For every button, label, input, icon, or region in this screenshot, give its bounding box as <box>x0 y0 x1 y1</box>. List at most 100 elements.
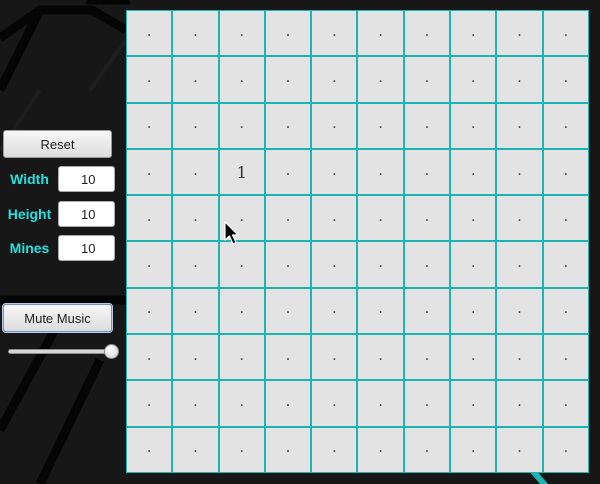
board-cell[interactable]: . <box>173 427 218 472</box>
board-cell[interactable]: . <box>543 196 588 241</box>
board-cell[interactable]: . <box>451 242 496 287</box>
board-cell[interactable]: . <box>312 103 357 148</box>
board-cell[interactable]: . <box>312 11 357 56</box>
board-cell[interactable]: . <box>219 288 264 334</box>
board-cell[interactable]: . <box>451 288 496 334</box>
board-cell[interactable]: . <box>219 11 264 56</box>
board-cell[interactable]: . <box>127 57 172 102</box>
board-cell[interactable]: . <box>312 242 357 287</box>
board-cell[interactable]: . <box>451 335 496 380</box>
board-cell[interactable]: . <box>358 427 403 472</box>
volume-slider-thumb[interactable] <box>104 344 119 359</box>
board-cell[interactable]: . <box>497 427 542 472</box>
board-cell[interactable]: . <box>497 11 542 56</box>
board-cell[interactable]: . <box>219 242 264 287</box>
board-cell[interactable]: . <box>173 149 218 195</box>
board-cell[interactable]: . <box>312 427 357 472</box>
board-cell[interactable]: . <box>265 196 311 241</box>
board-cell[interactable]: . <box>543 242 588 287</box>
board-cell[interactable]: . <box>312 335 357 380</box>
board-cell[interactable]: . <box>127 103 172 148</box>
board-cell[interactable]: . <box>312 196 357 241</box>
mute-music-button[interactable]: Mute Music <box>3 304 112 332</box>
board-cell[interactable]: . <box>543 11 588 56</box>
board-cell[interactable]: . <box>543 381 588 426</box>
board-cell[interactable]: . <box>404 427 450 472</box>
mines-input[interactable] <box>58 235 115 261</box>
board-cell[interactable]: . <box>265 288 311 334</box>
board-cell[interactable]: . <box>497 335 542 380</box>
board-cell[interactable]: . <box>127 381 172 426</box>
board-cell[interactable]: . <box>265 335 311 380</box>
board-cell[interactable]: . <box>358 335 403 380</box>
board-cell[interactable]: . <box>219 381 264 426</box>
board-cell[interactable]: . <box>127 11 172 56</box>
board-cell[interactable]: . <box>312 149 357 195</box>
board-cell[interactable]: . <box>219 103 264 148</box>
board-cell[interactable]: . <box>312 57 357 102</box>
board-cell[interactable]: . <box>404 196 450 241</box>
board-cell[interactable]: . <box>173 242 218 287</box>
board-cell[interactable]: . <box>497 57 542 102</box>
board-cell[interactable]: . <box>497 103 542 148</box>
board-cell[interactable]: . <box>497 242 542 287</box>
board-cell[interactable]: . <box>404 57 450 102</box>
board-cell[interactable]: . <box>312 381 357 426</box>
board-cell[interactable]: . <box>358 57 403 102</box>
board-cell[interactable]: . <box>451 381 496 426</box>
width-input[interactable] <box>58 166 115 192</box>
board-cell[interactable]: . <box>543 427 588 472</box>
board-cell[interactable]: . <box>173 381 218 426</box>
board-cell[interactable]: . <box>219 427 264 472</box>
board-cell[interactable]: . <box>404 149 450 195</box>
board-cell[interactable]: . <box>451 11 496 56</box>
board-cell[interactable]: . <box>127 196 172 241</box>
board-cell[interactable]: . <box>358 196 403 241</box>
board-cell[interactable]: . <box>358 242 403 287</box>
board-cell[interactable]: . <box>265 103 311 148</box>
board-cell[interactable]: . <box>265 242 311 287</box>
board-cell[interactable]: . <box>451 427 496 472</box>
board-cell[interactable]: . <box>497 288 542 334</box>
board-cell[interactable]: . <box>173 57 218 102</box>
reset-button[interactable]: Reset <box>3 130 112 158</box>
board-cell[interactable]: . <box>265 427 311 472</box>
board-cell[interactable]: . <box>404 242 450 287</box>
board-cell[interactable]: . <box>127 335 172 380</box>
board-cell[interactable]: . <box>173 288 218 334</box>
board-cell[interactable]: . <box>219 335 264 380</box>
board-cell[interactable]: . <box>127 288 172 334</box>
board-cell[interactable]: . <box>451 196 496 241</box>
board-cell[interactable]: . <box>173 196 218 241</box>
board-cell[interactable]: . <box>451 149 496 195</box>
board-cell[interactable]: . <box>404 335 450 380</box>
board-cell[interactable]: . <box>543 57 588 102</box>
board-cell[interactable]: . <box>265 381 311 426</box>
board-cell[interactable]: . <box>358 381 403 426</box>
board-cell[interactable]: . <box>358 11 403 56</box>
board-cell[interactable]: . <box>543 335 588 380</box>
board-cell[interactable]: . <box>543 103 588 148</box>
board-cell[interactable]: . <box>358 149 403 195</box>
board-cell[interactable]: . <box>497 149 542 195</box>
volume-slider[interactable] <box>8 344 119 360</box>
board-cell[interactable]: . <box>404 103 450 148</box>
board-cell[interactable]: . <box>358 103 403 148</box>
board-cell[interactable]: . <box>497 196 542 241</box>
board-cell[interactable]: . <box>497 381 542 426</box>
board-cell[interactable]: . <box>451 103 496 148</box>
board-cell[interactable]: . <box>404 381 450 426</box>
board-cell[interactable]: . <box>173 103 218 148</box>
board-cell[interactable]: . <box>127 242 172 287</box>
volume-slider-track[interactable] <box>8 349 112 354</box>
height-input[interactable] <box>58 201 115 227</box>
board-cell[interactable]: . <box>543 288 588 334</box>
board-cell[interactable]: . <box>543 149 588 195</box>
board-cell[interactable]: . <box>173 11 218 56</box>
board-cell[interactable]: . <box>127 149 172 195</box>
board-cell[interactable]: . <box>451 57 496 102</box>
board-cell[interactable]: . <box>265 11 311 56</box>
board-cell[interactable]: . <box>219 196 264 241</box>
board-cell[interactable]: . <box>265 57 311 102</box>
board-cell[interactable]: . <box>173 335 218 380</box>
